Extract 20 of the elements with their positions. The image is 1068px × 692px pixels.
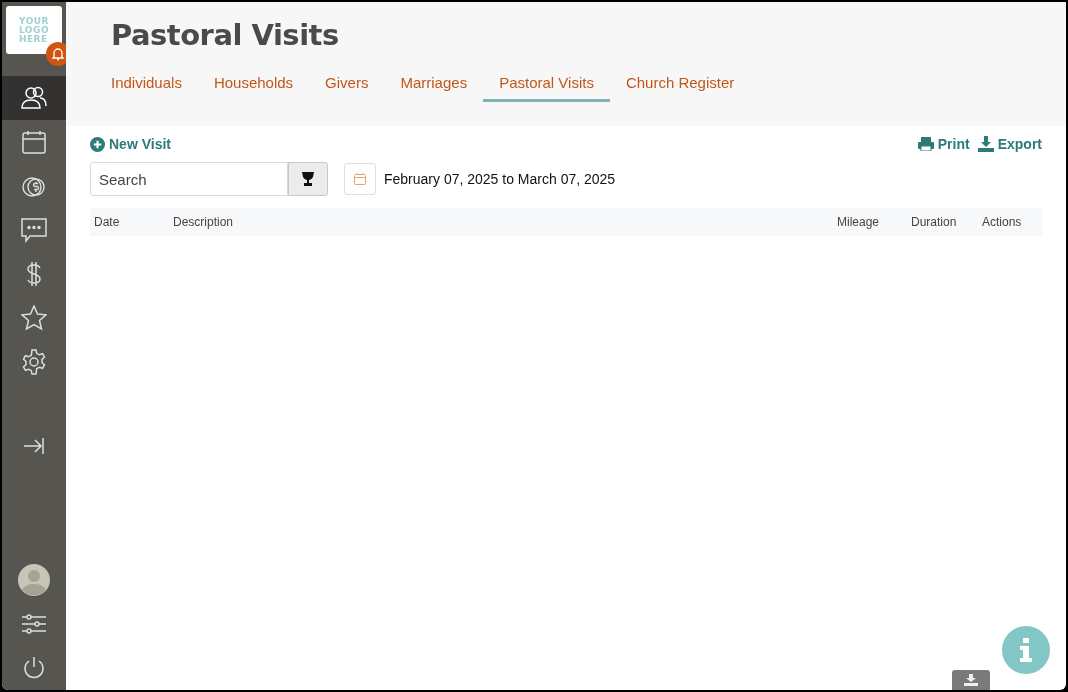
column-header: Actions: [982, 215, 1023, 229]
column-header: Mileage: [837, 215, 881, 229]
tab[interactable]: Households: [197, 70, 310, 102]
logo-text: HERE: [18, 34, 49, 44]
logo-text: YOUR: [18, 16, 50, 26]
tab[interactable]: Individuals: [95, 70, 198, 102]
tab[interactable]: Pastoral Visits: [483, 70, 610, 102]
page-title: Pastoral Visits: [111, 17, 340, 54]
tab[interactable]: Church Register: [609, 70, 751, 102]
date-range: February 07, 2025 to March 07, 2025: [384, 171, 616, 187]
search-field[interactable]: Search: [90, 162, 288, 196]
column-header: Duration: [911, 215, 958, 229]
export-link[interactable]: Export: [977, 136, 1042, 152]
print-link[interactable]: Print: [917, 136, 970, 152]
tab[interactable]: Marriages: [384, 70, 484, 102]
column-header: Date: [94, 215, 121, 229]
column-header: Description: [173, 215, 235, 229]
logo-text: LOGO: [18, 25, 50, 35]
tab[interactable]: Givers: [309, 70, 385, 102]
new-visit-link[interactable]: New Visit: [90, 136, 171, 152]
